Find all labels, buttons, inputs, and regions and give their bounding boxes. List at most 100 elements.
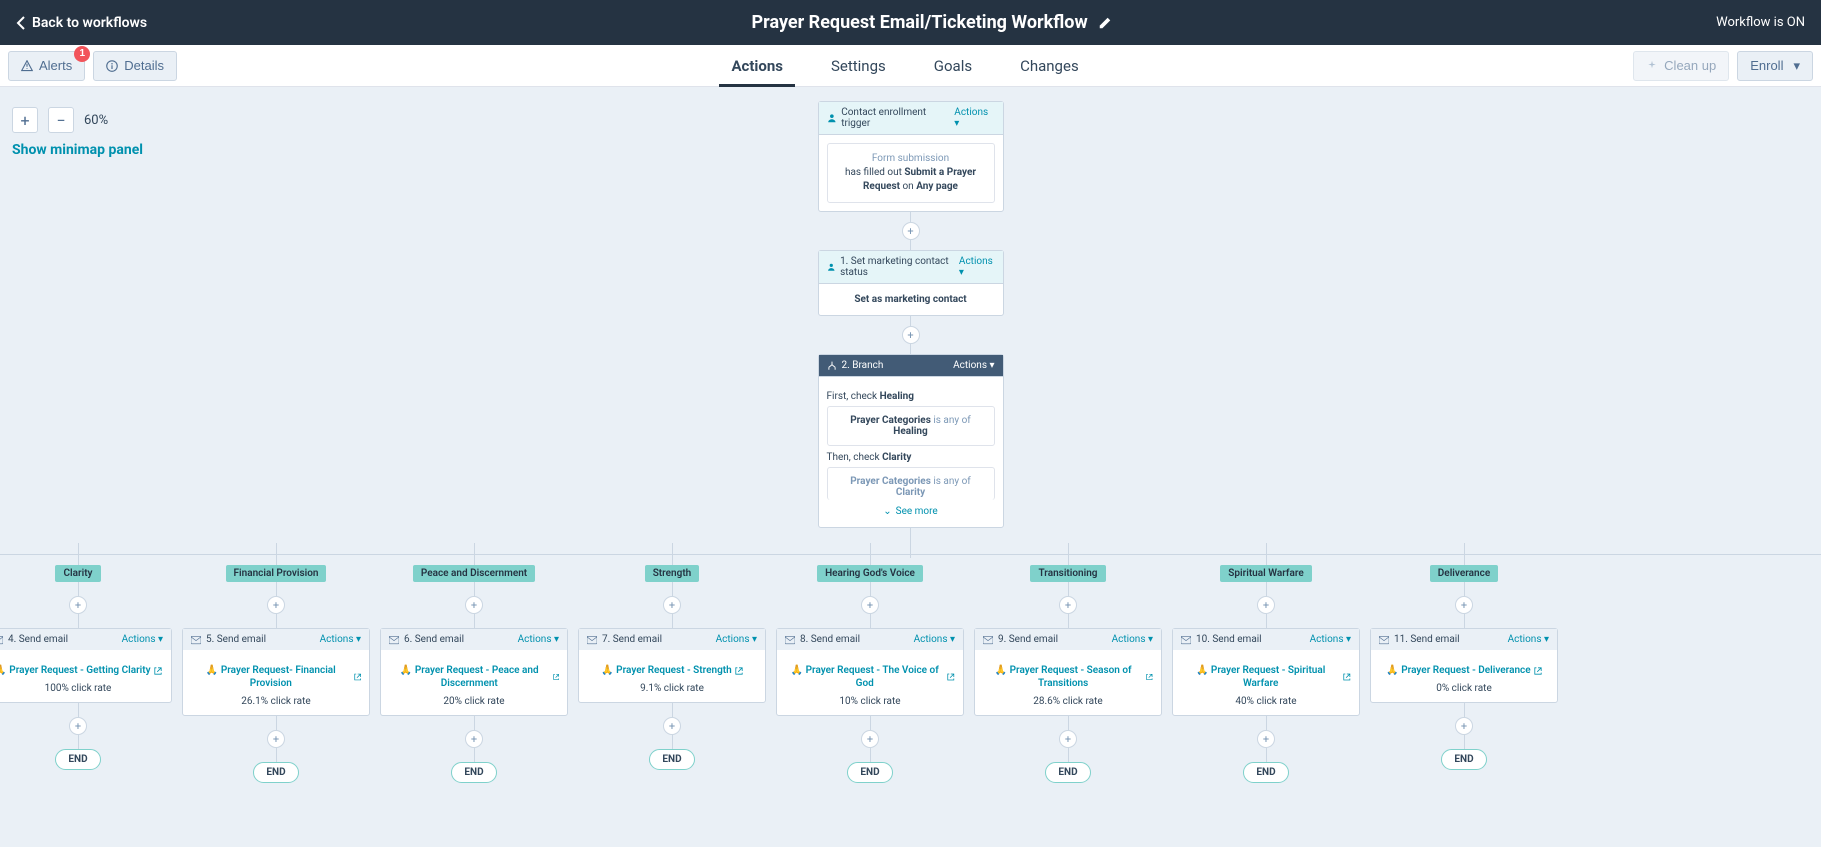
chevron-left-icon bbox=[16, 16, 26, 30]
branch-node[interactable]: 2. Branch Actions ▾ First, check Healing… bbox=[818, 354, 1004, 528]
envelope-icon bbox=[0, 635, 3, 645]
cleanup-button[interactable]: Clean up bbox=[1633, 51, 1729, 81]
add-step-button[interactable]: + bbox=[861, 596, 879, 614]
add-step-button[interactable]: + bbox=[663, 596, 681, 614]
enrollment-trigger-node[interactable]: Contact enrollment trigger Actions ▾ For… bbox=[818, 101, 1004, 212]
branch-tag[interactable]: Strength bbox=[645, 565, 700, 582]
branch-tag[interactable]: Deliverance bbox=[1430, 565, 1498, 582]
branch-icon bbox=[827, 361, 837, 371]
info-icon bbox=[106, 60, 118, 72]
send-email-node[interactable]: 8. Send email Actions ▾ 🙏 Prayer Request… bbox=[776, 628, 964, 716]
external-link-icon bbox=[1146, 673, 1153, 681]
step-actions-dropdown[interactable]: Actions ▾ bbox=[122, 634, 163, 645]
add-step-button[interactable]: + bbox=[1455, 596, 1473, 614]
alerts-button[interactable]: Alerts 1 bbox=[8, 51, 85, 81]
details-button[interactable]: Details bbox=[93, 51, 177, 81]
tab-settings[interactable]: Settings bbox=[831, 45, 886, 86]
email-link[interactable]: 🙏 Prayer Request - Spiritual Warfare bbox=[1181, 664, 1351, 690]
workflow-center-stack: Contact enrollment trigger Actions ▾ For… bbox=[818, 101, 1004, 558]
see-more-link[interactable]: ⌄ See more bbox=[827, 500, 995, 519]
branch-tag[interactable]: Hearing God's Voice bbox=[817, 565, 923, 582]
email-link[interactable]: 🙏 Prayer Request - Strength bbox=[601, 664, 743, 677]
connector bbox=[870, 716, 871, 730]
add-step-button[interactable]: + bbox=[69, 717, 87, 735]
step1-actions-dropdown[interactable]: Actions ▾ bbox=[959, 256, 995, 278]
step-actions-dropdown[interactable]: Actions ▾ bbox=[716, 634, 757, 645]
send-email-node[interactable]: 4. Send email Actions ▾ 🙏 Prayer Request… bbox=[0, 628, 172, 703]
add-step-button[interactable]: + bbox=[465, 596, 483, 614]
add-step-button[interactable]: + bbox=[465, 730, 483, 748]
step-actions-dropdown[interactable]: Actions ▾ bbox=[1508, 634, 1549, 645]
show-minimap-link[interactable]: Show minimap panel bbox=[12, 142, 143, 158]
connector bbox=[1068, 614, 1069, 628]
back-label: Back to workflows bbox=[32, 15, 147, 31]
email-link[interactable]: 🙏 Prayer Request - Season of Transitions bbox=[983, 664, 1153, 690]
branch-actions-dropdown[interactable]: Actions ▾ bbox=[953, 360, 994, 371]
connector bbox=[474, 582, 475, 596]
email-link[interactable]: 🙏 Prayer Request - The Voice of God bbox=[785, 664, 955, 690]
add-step-button[interactable]: + bbox=[902, 326, 920, 344]
connector bbox=[1068, 748, 1069, 762]
alerts-label: Alerts bbox=[39, 58, 72, 73]
contact-icon bbox=[827, 113, 837, 123]
send-email-node[interactable]: 11. Send email Actions ▾ 🙏 Prayer Reques… bbox=[1370, 628, 1558, 703]
workflow-canvas[interactable]: + − 60% Show minimap panel Contact enrol… bbox=[0, 87, 1821, 847]
tab-changes[interactable]: Changes bbox=[1020, 45, 1079, 86]
branch-condition-healing: Prayer Categories is any of Healing bbox=[827, 406, 995, 446]
step-actions-dropdown[interactable]: Actions ▾ bbox=[518, 634, 559, 645]
add-step-button[interactable]: + bbox=[267, 730, 285, 748]
connector bbox=[1266, 748, 1267, 762]
zoom-level: 60% bbox=[84, 113, 108, 128]
enroll-label: Enroll bbox=[1750, 58, 1783, 73]
add-step-button[interactable]: + bbox=[1257, 596, 1275, 614]
zoom-out-button[interactable]: − bbox=[48, 107, 74, 133]
email-link[interactable]: 🙏 Prayer Request - Getting Clarity bbox=[0, 664, 162, 677]
set-marketing-contact-node[interactable]: 1. Set marketing contact status Actions … bbox=[818, 250, 1004, 316]
pencil-icon[interactable] bbox=[1098, 16, 1112, 30]
tab-goals[interactable]: Goals bbox=[934, 45, 972, 86]
email-link[interactable]: 🙏 Prayer Request - Peace and Discernment bbox=[389, 664, 559, 690]
connector bbox=[474, 614, 475, 628]
send-email-node[interactable]: 7. Send email Actions ▾ 🙏 Prayer Request… bbox=[578, 628, 766, 703]
branch-tag[interactable]: Transitioning bbox=[1030, 565, 1105, 582]
email-link[interactable]: 🙏 Prayer Request- Financial Provision bbox=[191, 664, 361, 690]
add-step-button[interactable]: + bbox=[1059, 730, 1077, 748]
send-email-node[interactable]: 6. Send email Actions ▾ 🙏 Prayer Request… bbox=[380, 628, 568, 716]
branch-tag[interactable]: Spiritual Warfare bbox=[1220, 565, 1311, 582]
step-actions-dropdown[interactable]: Actions ▾ bbox=[914, 634, 955, 645]
add-step-button[interactable]: + bbox=[69, 596, 87, 614]
add-step-button[interactable]: + bbox=[1059, 596, 1077, 614]
end-pill: END bbox=[253, 762, 298, 783]
step-actions-dropdown[interactable]: Actions ▾ bbox=[1112, 634, 1153, 645]
end-pill: END bbox=[55, 749, 100, 770]
step-actions-dropdown[interactable]: Actions ▾ bbox=[320, 634, 361, 645]
send-email-node[interactable]: 5. Send email Actions ▾ 🙏 Prayer Request… bbox=[182, 628, 370, 716]
connector bbox=[78, 582, 79, 596]
connector bbox=[276, 716, 277, 730]
email-link[interactable]: 🙏 Prayer Request - Deliverance bbox=[1386, 664, 1541, 677]
zoom-in-button[interactable]: + bbox=[12, 107, 38, 133]
add-step-button[interactable]: + bbox=[861, 730, 879, 748]
add-step-button[interactable]: + bbox=[1257, 730, 1275, 748]
branch-tag[interactable]: Financial Provision bbox=[226, 565, 327, 582]
tab-actions[interactable]: Actions bbox=[731, 45, 783, 86]
add-step-button[interactable]: + bbox=[902, 222, 920, 240]
connector bbox=[910, 316, 911, 326]
send-email-node[interactable]: 9. Send email Actions ▾ 🙏 Prayer Request… bbox=[974, 628, 1162, 716]
branch-col: Hearing God's Voice + 8. Send email Acti… bbox=[774, 543, 966, 783]
branch-tag[interactable]: Clarity bbox=[55, 565, 100, 582]
add-step-button[interactable]: + bbox=[1455, 717, 1473, 735]
trigger-actions-dropdown[interactable]: Actions ▾ bbox=[954, 107, 994, 129]
contact-icon bbox=[827, 262, 836, 272]
step-actions-dropdown[interactable]: Actions ▾ bbox=[1310, 634, 1351, 645]
enroll-button[interactable]: Enroll ▾ bbox=[1737, 51, 1813, 81]
add-step-button[interactable]: + bbox=[267, 596, 285, 614]
send-email-node[interactable]: 10. Send email Actions ▾ 🙏 Prayer Reques… bbox=[1172, 628, 1360, 716]
add-step-button[interactable]: + bbox=[663, 717, 681, 735]
branch-col: Deliverance + 11. Send email Actions ▾ 🙏… bbox=[1368, 543, 1560, 783]
branch-col: Peace and Discernment + 6. Send email Ac… bbox=[378, 543, 570, 783]
step-label: 9. Send email bbox=[998, 634, 1058, 645]
external-link-icon bbox=[354, 673, 361, 681]
branch-tag[interactable]: Peace and Discernment bbox=[413, 565, 535, 582]
back-to-workflows-link[interactable]: Back to workflows bbox=[16, 15, 147, 31]
